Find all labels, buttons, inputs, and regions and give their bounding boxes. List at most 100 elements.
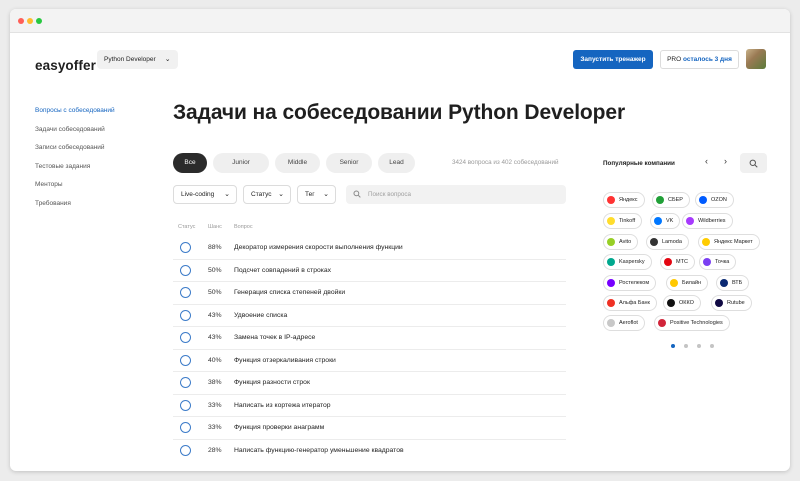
table-row[interactable]: 50% Подсчет совпадений в строках — [173, 260, 566, 282]
status-checkbox[interactable] — [180, 309, 191, 321]
chance-value: 50% — [208, 266, 222, 274]
company-logo-icon — [607, 238, 615, 246]
table-row[interactable]: 50% Генерация списка степеней двойки — [173, 282, 566, 305]
table-row[interactable]: 28% Написать функцию-генератор уменьшени… — [173, 440, 566, 463]
company-name: Rutube — [727, 300, 745, 306]
company-logo-icon — [670, 279, 678, 287]
search-input[interactable]: Поиск вопроса — [346, 185, 566, 204]
company-chip[interactable]: Точка — [699, 254, 737, 270]
chevron-down-icon: ⌄ — [164, 56, 171, 63]
question-title[interactable]: Функция разности строк — [234, 379, 310, 386]
status-checkbox[interactable] — [180, 332, 191, 343]
filter-live-coding-label: Live-coding — [181, 191, 215, 198]
status-checkbox[interactable] — [180, 399, 191, 411]
company-chip[interactable]: OZON — [695, 192, 734, 208]
level-tab-senior[interactable]: Senior — [326, 153, 372, 173]
company-chip[interactable]: МТС — [660, 254, 695, 270]
company-name: Яндекс — [619, 197, 638, 203]
company-chip[interactable]: Wildberries — [682, 213, 733, 229]
level-tab-all[interactable]: Все — [173, 153, 207, 173]
sidebar-item-mentors[interactable]: Менторы — [35, 179, 115, 198]
table-row[interactable]: 33% Написать из кортежа итератор — [173, 395, 566, 417]
question-title[interactable]: Замена точек в IP-адресе — [234, 334, 315, 341]
chevron-left-icon[interactable]: ‹ — [705, 156, 708, 166]
table-row[interactable]: 38% Функция разности строк — [173, 372, 566, 395]
question-count: 3424 вопроса из 402 собеседований — [452, 159, 559, 166]
companies-search-button[interactable] — [740, 153, 767, 173]
company-chip[interactable]: Альфа Банк — [603, 295, 657, 311]
company-chip[interactable]: Avito — [603, 234, 639, 250]
question-title[interactable]: Удвоение списка — [234, 312, 287, 319]
company-logo-icon — [699, 196, 707, 204]
question-title[interactable]: Написать из кортежа итератор — [234, 402, 331, 409]
company-chip[interactable]: Яндекс Маркет — [698, 234, 760, 250]
table-row[interactable]: 43% Замена точек в IP-адресе — [173, 327, 566, 350]
logo[interactable]: easyoffer — [35, 58, 96, 73]
pro-subscription-button[interactable]: PRO осталось 3 дня — [660, 50, 739, 69]
status-checkbox[interactable] — [180, 377, 191, 388]
company-chip[interactable]: Ростелеком — [603, 275, 657, 291]
filter-status[interactable]: Статус ⌄ — [243, 185, 291, 204]
sidebar-item-requirements[interactable]: Требования — [35, 198, 115, 217]
company-chip[interactable]: Aeroflot — [603, 315, 645, 331]
company-chip[interactable]: Rutube — [711, 295, 752, 311]
company-chip[interactable]: Tinkoff — [603, 213, 643, 229]
question-title[interactable]: Функция проверки анаграмм — [234, 424, 324, 431]
table-row[interactable]: 43% Удвоение списка — [173, 305, 566, 327]
company-chip[interactable]: Positive Technologies — [654, 315, 730, 331]
status-checkbox[interactable] — [180, 444, 191, 456]
company-name: Wildberries — [698, 218, 726, 224]
question-title[interactable]: Подсчет совпадений в строках — [234, 267, 331, 274]
company-chip[interactable]: Kaspersky — [603, 254, 652, 270]
status-checkbox[interactable] — [180, 287, 191, 298]
chevron-right-icon[interactable]: › — [724, 156, 727, 166]
company-chip[interactable]: Билайн — [666, 275, 709, 291]
table-row[interactable]: 40% Функция отзеркаливания строки — [173, 350, 566, 372]
question-title[interactable]: Декоратор измерения скорости выполнения … — [234, 244, 403, 251]
level-tab-junior[interactable]: Junior — [213, 153, 269, 173]
company-chip[interactable]: ОККО — [663, 295, 701, 311]
company-chip[interactable]: Яндекс — [603, 192, 645, 208]
filter-live-coding[interactable]: Live-coding ⌄ — [173, 185, 237, 204]
filter-tag[interactable]: Тег ⌄ — [297, 185, 336, 204]
sidebar-item-interview-tasks[interactable]: Задачи собеседований — [35, 124, 115, 143]
question-title[interactable]: Функция отзеркаливания строки — [234, 357, 336, 364]
carousel-dot[interactable] — [710, 344, 714, 348]
question-title[interactable]: Генерация списка степеней двойки — [234, 289, 345, 296]
start-trainer-button[interactable]: Запустить тренажер — [573, 50, 653, 69]
company-chip[interactable]: VK — [650, 213, 681, 229]
minimize-window-dot[interactable] — [27, 18, 33, 24]
company-chip[interactable]: СБЕР — [652, 192, 690, 208]
close-window-dot[interactable] — [18, 18, 24, 24]
carousel-dot[interactable] — [671, 344, 675, 348]
level-tab-lead[interactable]: Lead — [378, 153, 415, 173]
table-row[interactable]: 88% Декоратор измерения скорости выполне… — [173, 237, 566, 260]
carousel-dot[interactable] — [684, 344, 688, 348]
company-name: Яндекс Маркет — [714, 239, 753, 245]
status-checkbox[interactable] — [180, 264, 191, 276]
question-title[interactable]: Написать функцию-генератор уменьшение кв… — [234, 447, 404, 454]
maximize-window-dot[interactable] — [36, 18, 42, 24]
avatar[interactable] — [746, 49, 766, 69]
company-logo-icon — [703, 258, 711, 266]
level-tab-middle[interactable]: Middle — [275, 153, 320, 173]
company-chip[interactable]: ВТБ — [716, 275, 750, 291]
status-checkbox[interactable] — [180, 354, 191, 366]
status-checkbox[interactable] — [180, 422, 191, 433]
carousel-dot[interactable] — [697, 344, 701, 348]
sidebar-item-interview-questions[interactable]: Вопросы с собеседований — [35, 105, 115, 124]
sidebar-item-interview-records[interactable]: Записи собеседований — [35, 142, 115, 161]
company-name: Aeroflot — [619, 320, 638, 326]
search-icon — [353, 190, 361, 198]
sidebar-nav: Вопросы с собеседований Задачи собеседов… — [35, 105, 115, 216]
sidebar-item-test-tasks[interactable]: Тестовые задания — [35, 161, 115, 180]
company-chip[interactable]: Lamoda — [646, 234, 689, 250]
chance-value: 33% — [208, 424, 222, 431]
browser-window: easyoffer Python Developer ⌄ Запустить т… — [10, 9, 790, 471]
company-logo-icon — [656, 196, 664, 204]
chance-value: 33% — [208, 401, 222, 409]
status-checkbox[interactable] — [180, 242, 191, 253]
role-selector[interactable]: Python Developer ⌄ — [97, 50, 178, 69]
table-row[interactable]: 33% Функция проверки анаграмм — [173, 417, 566, 440]
chance-value: 28% — [208, 446, 222, 454]
